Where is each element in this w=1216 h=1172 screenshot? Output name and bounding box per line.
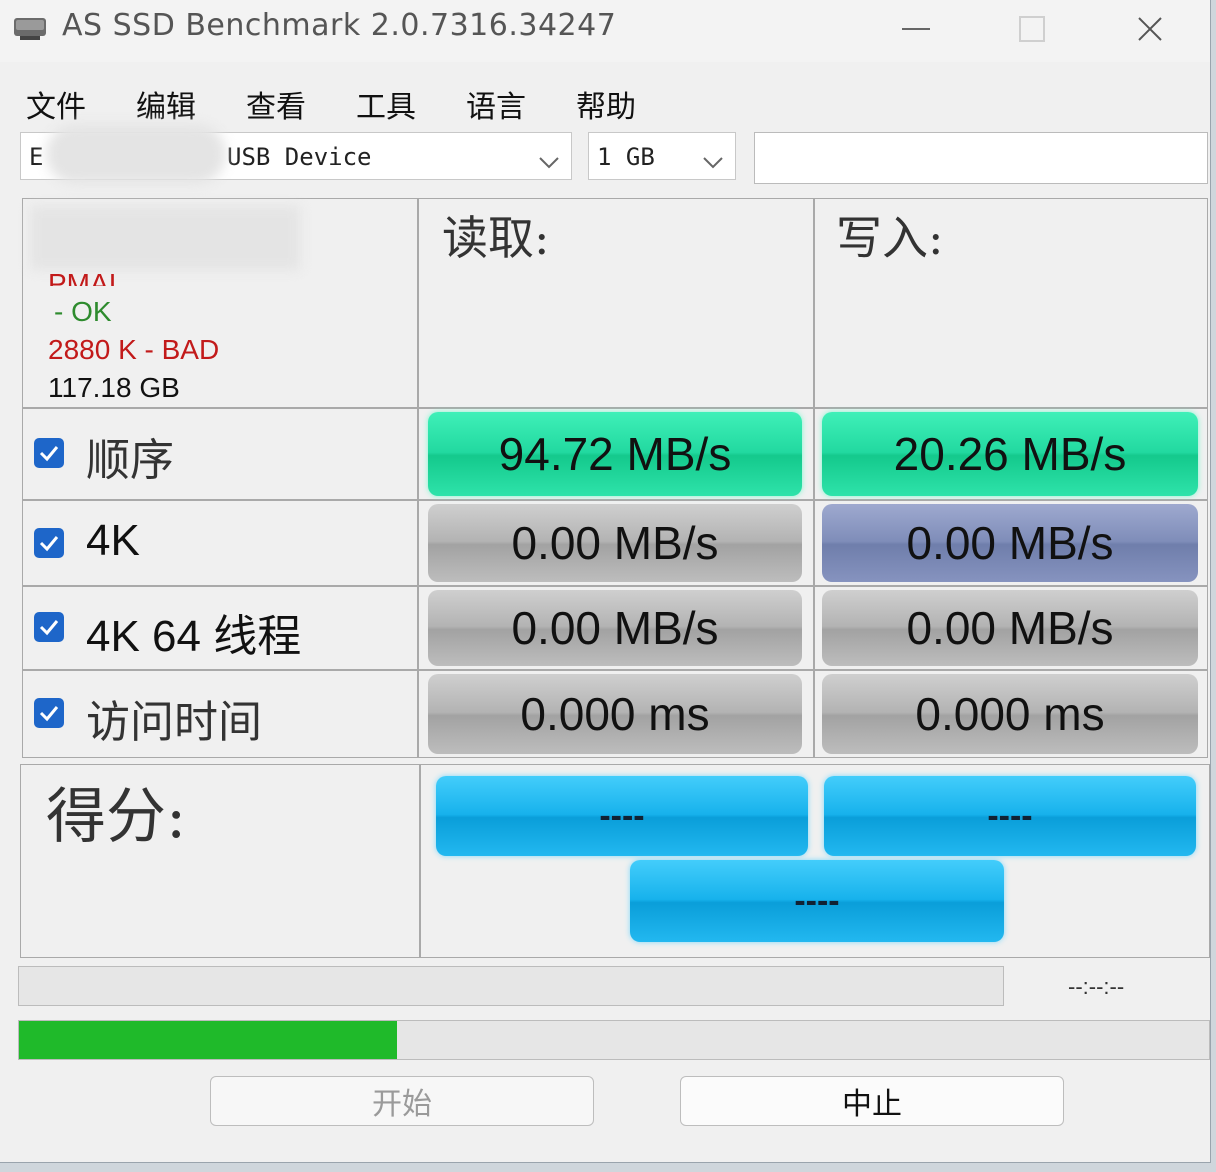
menu-tools[interactable]: 工具 [356, 82, 416, 126]
minimize-button[interactable] [886, 8, 946, 50]
label-access: 访问时间 [86, 697, 262, 748]
test-row-seq [22, 408, 418, 500]
chevron-down-icon [703, 147, 723, 175]
label-4k: 4K [86, 516, 140, 565]
progress-bar-total [18, 1020, 1210, 1060]
title-bar: AS SSD Benchmark 2.0.7316.34247 [0, 0, 1210, 62]
result-access-write: 0.000 ms [822, 674, 1198, 754]
chevron-down-icon [539, 147, 559, 175]
menu-file[interactable]: 文件 [26, 82, 86, 126]
checkbox-4k[interactable] [34, 528, 64, 558]
score-read: ---- [436, 776, 808, 856]
drive-status-bad: 2880 K - BAD [48, 334, 220, 365]
menu-view[interactable]: 查看 [246, 82, 306, 126]
elapsed-time: --:--:-- [1068, 974, 1125, 999]
result-4k64-read: 0.00 MB/s [428, 590, 802, 666]
menu-bar: 文件 编辑 查看 工具 语言 帮助 [0, 72, 1210, 128]
size-select[interactable]: 1 GB [588, 132, 736, 180]
progress-bar-test [18, 966, 1004, 1006]
result-access-read: 0.000 ms [428, 674, 802, 754]
write-header: 写入: [836, 211, 944, 265]
result-seq-read: 94.72 MB/s [428, 412, 802, 496]
checkbox-4k64[interactable] [34, 612, 64, 642]
label-seq: 顺序 [86, 435, 174, 486]
window-title: AS SSD Benchmark 2.0.7316.34247 [62, 8, 617, 43]
test-row-4k [22, 500, 418, 586]
progress-bar-total-fill [19, 1021, 398, 1059]
read-header: 读取: [442, 211, 550, 265]
score-total: ---- [630, 860, 1004, 942]
drive-app-icon [12, 12, 48, 42]
result-4k-read: 0.00 MB/s [428, 504, 802, 582]
size-select-value: 1 GB [597, 143, 655, 171]
redacted-drive-name [46, 124, 226, 184]
drive-status-ok: - OK [54, 296, 112, 327]
drive-capacity: 117.18 GB [48, 372, 180, 403]
menu-help[interactable]: 帮助 [576, 82, 636, 126]
maximize-button[interactable] [1002, 8, 1062, 50]
drive-select-value: USB Device [227, 143, 372, 171]
score-label: 得分: [46, 782, 187, 852]
menu-edit[interactable]: 编辑 [136, 82, 196, 126]
checkbox-seq[interactable] [34, 438, 64, 468]
result-seq-write: 20.26 MB/s [822, 412, 1198, 496]
start-button[interactable]: 开始 [210, 1076, 594, 1126]
drive-partial-text: PMAI [48, 268, 117, 286]
score-write: ---- [824, 776, 1196, 856]
app-window: AS SSD Benchmark 2.0.7316.34247 文件 编辑 查看… [0, 0, 1211, 1163]
menu-language[interactable]: 语言 [466, 82, 526, 126]
extra-field[interactable] [754, 132, 1208, 184]
result-4k-write: 0.00 MB/s [822, 504, 1198, 582]
checkbox-access[interactable] [34, 698, 64, 728]
drive-select-prefix: E [29, 143, 44, 171]
stop-button[interactable]: 中止 [680, 1076, 1064, 1126]
close-button[interactable] [1120, 8, 1180, 50]
result-4k64-write: 0.00 MB/s [822, 590, 1198, 666]
label-4k64: 4K 64 线程 [86, 612, 302, 661]
